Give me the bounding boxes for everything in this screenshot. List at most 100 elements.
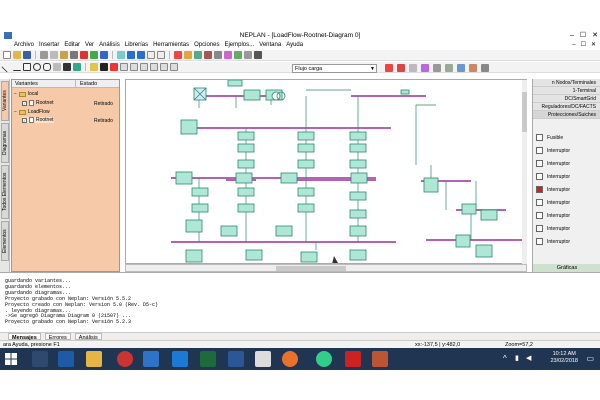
menu-ventana[interactable]: Ventana (259, 41, 281, 49)
tree-item-local[interactable]: − local (14, 91, 38, 97)
windows-start-icon[interactable] (5, 353, 17, 365)
open-folder-icon[interactable] (13, 51, 21, 59)
mdi-minimize-button[interactable]: – (572, 41, 575, 49)
outlook-icon[interactable] (143, 351, 159, 367)
scroll-thumb[interactable] (522, 92, 527, 132)
rectangle-icon[interactable] (23, 63, 31, 71)
menu-ejemplos[interactable]: Ejemplos... (224, 41, 254, 49)
mdi-close-button[interactable]: ✕ (591, 41, 596, 49)
symbol-interruptor[interactable]: Interruptor (536, 212, 570, 219)
maximize-button[interactable]: ☐ (580, 30, 586, 41)
excel-icon[interactable] (200, 351, 216, 367)
tab-diagramas[interactable]: Diagramas (1, 123, 9, 163)
menu-editar[interactable]: Editar (64, 41, 80, 49)
result-icon[interactable] (397, 64, 405, 72)
arrow-right-icon[interactable] (137, 51, 145, 59)
app-icon[interactable] (255, 351, 271, 367)
photos-icon[interactable] (172, 351, 188, 367)
mdi-restore-button[interactable]: ☐ (581, 41, 586, 49)
graficas-tab[interactable]: Gráficas (533, 264, 600, 272)
symbol-interruptor[interactable]: Interruptor (536, 186, 570, 193)
tree-item-rootnet-local[interactable]: ✓ Rootnet (22, 100, 54, 106)
new-file-icon[interactable] (3, 51, 11, 59)
menu-herramientas[interactable]: Herramientas (153, 41, 189, 49)
word-icon[interactable] (228, 351, 244, 367)
category-1-terminal[interactable]: 1-Terminal (533, 87, 600, 95)
select-icon[interactable] (117, 51, 125, 59)
paste-icon[interactable] (60, 51, 68, 59)
zoom-in-icon[interactable] (160, 63, 168, 71)
print-icon[interactable] (70, 51, 78, 59)
symbol-interruptor[interactable]: Interruptor (536, 173, 570, 180)
col-status[interactable]: Estado (76, 80, 97, 87)
text-icon[interactable] (63, 63, 71, 71)
group-icon[interactable] (130, 63, 138, 71)
dynamic-icon[interactable] (204, 51, 212, 59)
symbol-interruptor[interactable]: Interruptor (536, 199, 570, 206)
checkbox[interactable]: ✓ (22, 117, 27, 123)
menu-ayuda[interactable]: Ayuda (286, 41, 303, 49)
network-icon[interactable]: ▮ (515, 354, 519, 362)
tab-analisis[interactable]: Análisis (74, 333, 102, 341)
tab-elementos[interactable]: Elementos (1, 221, 9, 261)
bring-front-icon[interactable] (140, 63, 148, 71)
diagram-canvas[interactable] (125, 79, 527, 264)
color-fill-icon[interactable] (110, 63, 118, 71)
symbol-fusible[interactable]: Fusible (536, 134, 563, 141)
delete-icon[interactable] (80, 51, 88, 59)
color-line-icon[interactable] (90, 63, 98, 71)
color-text-icon[interactable] (100, 63, 108, 71)
rounded-rect-icon[interactable] (43, 63, 51, 71)
report-icon[interactable] (214, 51, 222, 59)
table-result-icon[interactable] (409, 64, 417, 72)
tray-chevron-icon[interactable]: ^ (503, 354, 507, 363)
category-dc-smartgrid[interactable]: DC/SmartGrid (533, 95, 600, 103)
help-icon[interactable] (100, 51, 108, 59)
pointer-icon[interactable] (127, 51, 135, 59)
node-icon[interactable] (421, 64, 429, 72)
view-combo[interactable]: Flujo carga ▼ (292, 64, 377, 73)
scroll-thumb[interactable] (276, 266, 346, 271)
ellipse-icon[interactable] (33, 63, 41, 71)
import-icon[interactable] (469, 64, 477, 72)
symbol-interruptor[interactable]: Interruptor (536, 160, 570, 167)
checkbox[interactable]: ✓ (22, 100, 27, 106)
col-variants[interactable]: Variantes (12, 80, 76, 87)
network-diagram[interactable] (126, 80, 527, 264)
menu-opciones[interactable]: Opciones (194, 41, 219, 49)
cut-icon[interactable] (40, 51, 48, 59)
app-icon[interactable] (372, 351, 388, 367)
fill-icon[interactable] (53, 63, 61, 71)
symbol-interruptor[interactable]: Interruptor (536, 225, 570, 232)
options-icon[interactable] (481, 64, 489, 72)
export-icon[interactable] (457, 64, 465, 72)
category-regulators[interactable]: Reguladores/DC/FACTS (533, 103, 600, 111)
tab-variantes[interactable]: Variantes (1, 81, 9, 121)
media-player-icon[interactable] (117, 351, 133, 367)
notifications-icon[interactable]: ▭ (586, 354, 594, 363)
line-icon[interactable] (1, 61, 13, 73)
stop-icon[interactable] (385, 64, 393, 72)
table-icon[interactable] (157, 51, 165, 59)
clock[interactable]: 10:12 AM 23/02/2018 (550, 351, 578, 365)
tab-mensajes[interactable]: Mensajes (8, 333, 41, 341)
binoculars-icon[interactable] (254, 51, 262, 59)
harmonics-icon[interactable] (224, 51, 232, 59)
calc-icon[interactable] (174, 51, 182, 59)
tab-todos-elementos[interactable]: Todos Elementos (1, 165, 9, 219)
horizontal-scrollbar[interactable] (125, 264, 527, 272)
symbol-interruptor[interactable]: Interruptor (536, 147, 570, 154)
tab-errores[interactable]: Errores (44, 333, 71, 341)
copy-icon[interactable] (50, 51, 58, 59)
task-view-icon[interactable] (32, 351, 48, 367)
vertical-scrollbar[interactable] (522, 80, 527, 264)
category-protections[interactable]: Protecciones/Suiches (533, 111, 600, 119)
undo-icon[interactable] (90, 51, 98, 59)
symbol-interruptor[interactable]: Interruptor (536, 238, 570, 245)
image-icon[interactable] (73, 63, 81, 71)
polyline-icon[interactable] (13, 63, 21, 71)
tree-item-loadflow[interactable]: − LoadFlow (14, 109, 50, 115)
tree-item-rootnet-loadflow[interactable]: ✓ Rootnet (22, 117, 54, 123)
graph-icon[interactable] (445, 64, 453, 72)
reliability-icon[interactable] (234, 51, 242, 59)
